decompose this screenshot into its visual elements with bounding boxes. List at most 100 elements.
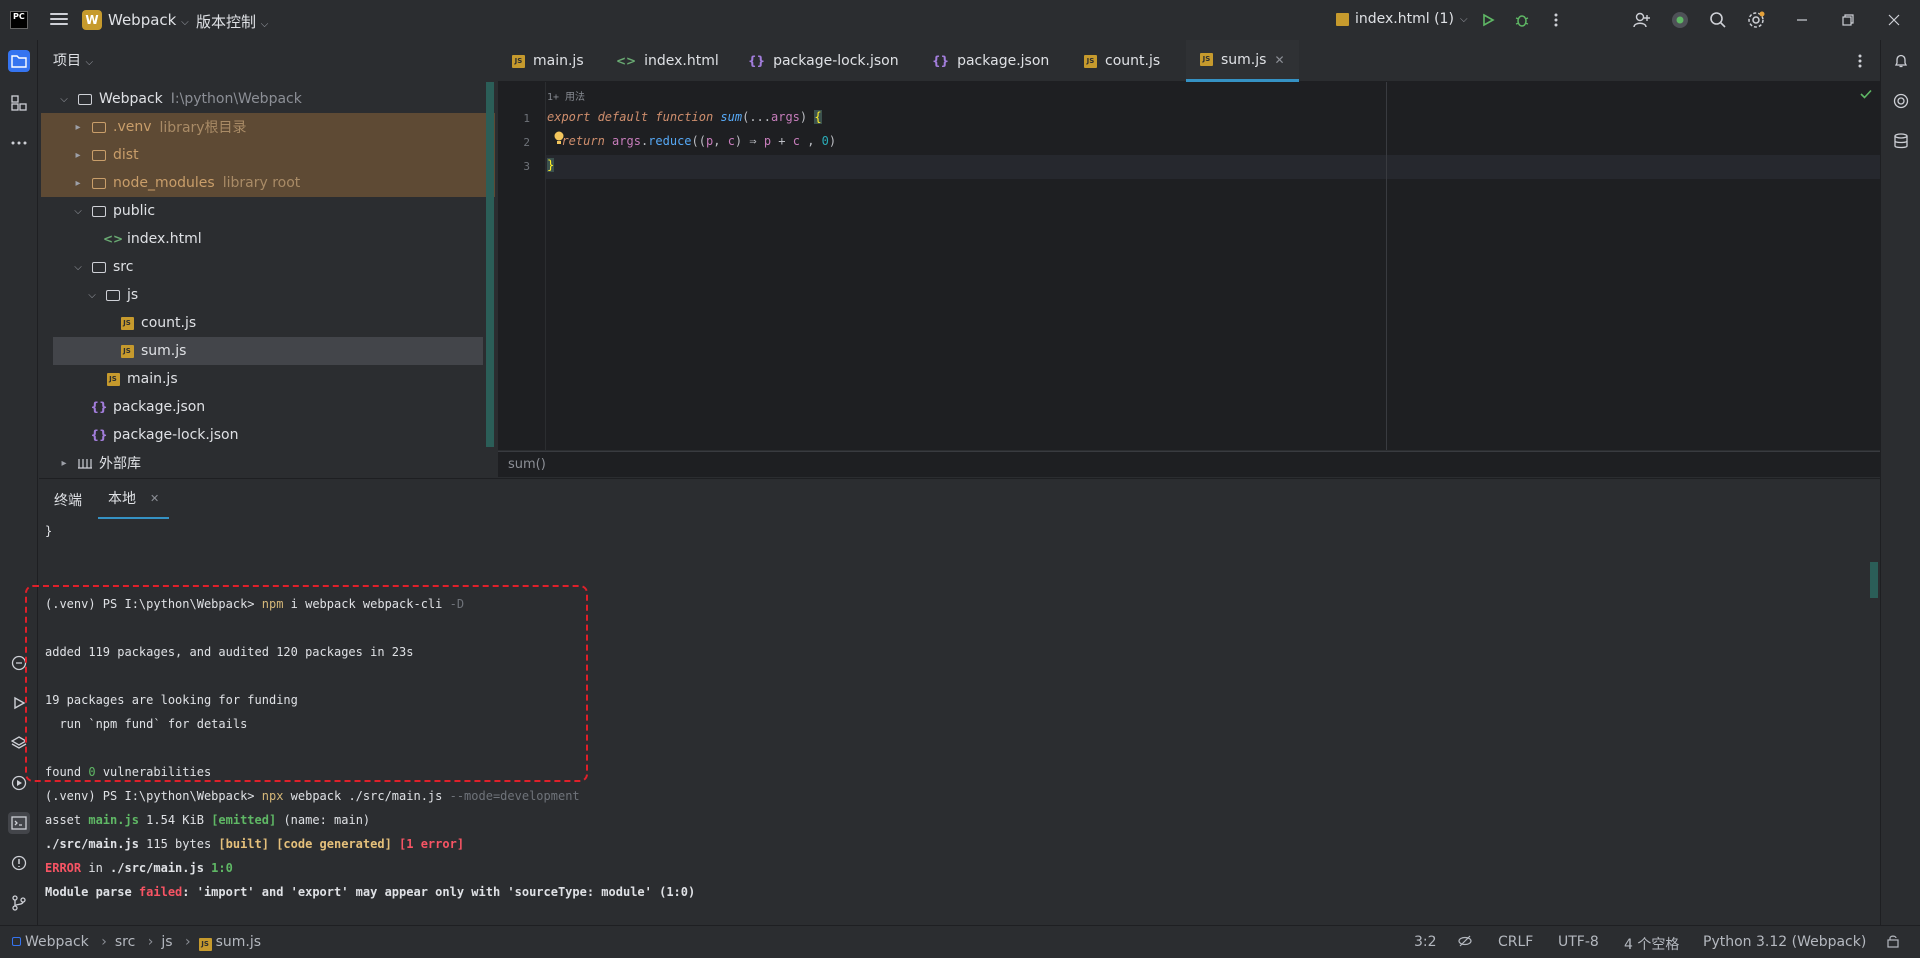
tree-item-main-js[interactable]: JS main.js <box>41 365 485 393</box>
structure-icon[interactable] <box>8 92 30 114</box>
tree-item-dist[interactable]: ▸ dist <box>41 141 495 169</box>
usage-hint[interactable]: 1+ 用法 <box>547 88 585 103</box>
tree-item-tag: library根目录 <box>159 120 247 136</box>
tree-item-label: main.js <box>127 371 178 387</box>
crumb[interactable]: js <box>161 934 172 950</box>
folder-icon <box>91 176 107 190</box>
tree-item-sum-js[interactable]: JS sum.js <box>53 337 483 365</box>
indent-setting[interactable]: 4 个空格 <box>1624 934 1679 954</box>
readonly-toggle-icon[interactable] <box>1458 934 1472 952</box>
settings-gear-icon[interactable] <box>1746 10 1766 30</box>
more-vertical-icon[interactable] <box>1546 10 1566 30</box>
git-icon[interactable] <box>8 892 30 914</box>
crumb[interactable]: Webpack <box>25 934 89 950</box>
add-user-icon[interactable] <box>1632 10 1652 30</box>
tab-count-js[interactable]: JS count.js <box>1070 40 1174 82</box>
terminal-line: ERROR in ./src/main.js 1:0 <box>45 861 233 875</box>
module-icon <box>12 937 21 946</box>
tab-main-js[interactable]: JS main.js <box>498 40 598 82</box>
annotation-highlight-box <box>25 585 588 782</box>
python-interpreter[interactable]: Python 3.12 (Webpack) <box>1703 934 1866 950</box>
tab-index-html[interactable]: <> index.html <box>602 40 733 82</box>
tree-item-package-json[interactable]: {} package.json <box>41 393 485 421</box>
code-line-3[interactable]: } <box>547 158 555 172</box>
close-icon[interactable]: ✕ <box>150 492 159 505</box>
tree-item-node-modules[interactable]: ▸ node_modules library root <box>41 169 495 197</box>
ai-assistant-icon[interactable] <box>1670 10 1690 30</box>
tree-item-public[interactable]: ⌵ public <box>41 197 485 225</box>
chevron-right-icon: › <box>101 934 107 950</box>
minimize-icon[interactable] <box>1792 10 1812 30</box>
caret-position[interactable]: 3:2 <box>1414 934 1437 950</box>
code-line-2[interactable]: return args.reduce((p, c) ⇒ p + c , 0) <box>547 134 836 148</box>
project-badge-icon[interactable]: W <box>82 10 102 30</box>
tab-sum-js[interactable]: JS sum.js ✕ <box>1186 40 1299 82</box>
tab-local[interactable]: 本地 ✕ <box>98 479 170 520</box>
search-icon[interactable] <box>1708 10 1728 30</box>
line-separator[interactable]: CRLF <box>1498 934 1533 950</box>
js-file-icon: JS <box>119 316 135 330</box>
tree-item-package-lock-json[interactable]: {} package-lock.json <box>41 421 485 449</box>
editor-breadcrumb[interactable]: sum() <box>508 457 546 472</box>
chevron-down-icon: ⌵ <box>85 57 94 68</box>
run-icon[interactable] <box>1478 10 1498 30</box>
crumb[interactable]: src <box>115 934 135 950</box>
tree-item-label: js <box>127 287 139 303</box>
close-icon[interactable] <box>1884 10 1904 30</box>
tree-item-js-folder[interactable]: ⌵ js <box>41 281 485 309</box>
tree-item-label: node_modules <box>113 175 215 191</box>
main-menu-icon[interactable] <box>50 10 68 28</box>
tabs-menu-icon[interactable] <box>1850 51 1870 71</box>
tree-item-index-html[interactable]: <> index.html <box>41 225 485 253</box>
project-switcher[interactable]: Webpack ⌵ <box>108 11 189 29</box>
tree-item-webpack-root[interactable]: ⌵ Webpack I:\python\Webpack <box>41 85 485 113</box>
tab-label: sum.js <box>1221 51 1267 68</box>
project-panel-title[interactable]: 项目 ⌵ <box>53 50 93 70</box>
js-file-icon: JS <box>198 938 212 951</box>
vcs-label: 版本控制 <box>196 13 257 31</box>
tree-item-external-libraries[interactable]: ▸ 外部库 <box>41 449 485 477</box>
tree-item-src[interactable]: ⌵ src <box>41 253 485 281</box>
editor-breadcrumb-bar: sum() <box>498 451 1880 477</box>
more-horizontal-icon[interactable] <box>8 132 30 154</box>
title-bar: PC W Webpack ⌵ 版本控制 ⌵ index.html (1) ⌵ <box>0 0 1920 40</box>
lock-icon[interactable] <box>1886 934 1900 952</box>
lightbulb-icon[interactable] <box>553 131 565 149</box>
project-name: Webpack <box>108 11 177 29</box>
json-file-icon: {} <box>90 400 108 414</box>
tab-package-lock-json[interactable]: {} package-lock.json <box>734 40 913 82</box>
line-number: 1 <box>523 112 530 125</box>
debug-icon[interactable] <box>1512 10 1532 30</box>
terminal-line: } <box>45 524 53 538</box>
tab-package-json[interactable]: {} package.json <box>918 40 1063 82</box>
tab-terminal[interactable]: 终端 <box>54 479 82 520</box>
folder-icon <box>91 148 107 162</box>
project-scrollbar[interactable] <box>486 82 494 447</box>
chevron-down-icon: ⌵ <box>60 93 68 105</box>
problems-icon[interactable] <box>8 852 30 874</box>
notifications-bell-icon[interactable] <box>1890 50 1912 72</box>
restore-icon[interactable] <box>1838 10 1858 30</box>
tree-item-venv[interactable]: ▸ .venv library根目录 <box>41 113 495 141</box>
close-icon[interactable]: ✕ <box>1274 53 1284 67</box>
project-panel: 项目 ⌵ ⌵ Webpack I:\python\Webpack ▸ .venv… <box>39 40 496 478</box>
no-problems-check-icon[interactable] <box>1860 88 1872 103</box>
vcs-menu[interactable]: 版本控制 ⌵ <box>196 11 268 32</box>
html-file-icon: <> <box>102 232 124 246</box>
folder-icon <box>77 92 93 106</box>
file-encoding[interactable]: UTF-8 <box>1558 934 1599 950</box>
html-file-icon: <> <box>616 54 637 68</box>
project-folder-icon[interactable] <box>8 50 30 72</box>
tab-label: index.html <box>644 53 719 69</box>
run-config-selector[interactable]: index.html (1) ⌵ <box>1336 11 1468 27</box>
tree-item-label: Webpack <box>99 91 163 107</box>
ai-chat-icon[interactable] <box>1890 90 1912 112</box>
html-file-icon <box>1336 12 1349 26</box>
terminal-icon[interactable] <box>8 812 30 834</box>
database-icon[interactable] <box>1890 130 1912 152</box>
crumb[interactable]: sum.js <box>216 934 261 950</box>
terminal-scrollbar[interactable] <box>1870 562 1878 598</box>
code-line-1[interactable]: export default function sum(...args) { <box>547 110 822 124</box>
terminal-line: ./src/main.js 115 bytes [built] [code ge… <box>45 837 465 851</box>
tree-item-count-js[interactable]: JS count.js <box>41 309 485 337</box>
